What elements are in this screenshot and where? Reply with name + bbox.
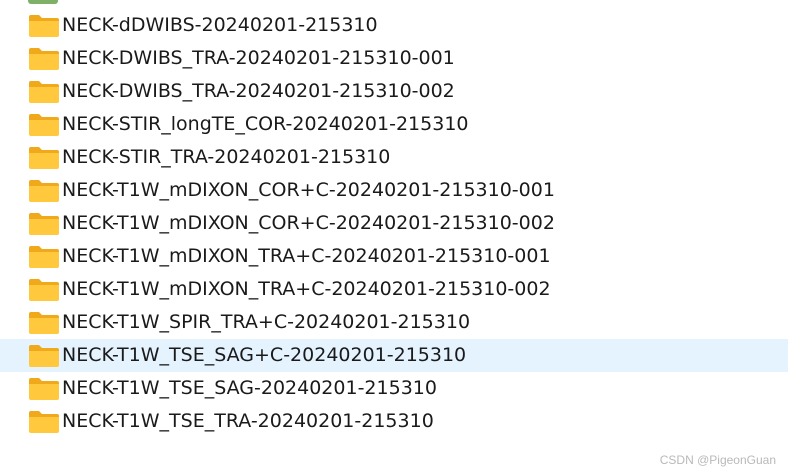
- folder-row[interactable]: NECK-T1W_mDIXON_TRA+C-20240201-215310-00…: [0, 273, 788, 306]
- folder-name: NECK-T1W_mDIXON_COR+C-20240201-215310-00…: [62, 179, 555, 201]
- file-icon: [28, 0, 58, 4]
- folder-icon: [28, 410, 60, 434]
- folder-name: NECK-DWIBS_TRA-20240201-215310-001: [62, 47, 455, 69]
- folder-icon: [28, 212, 60, 236]
- folder-name: NECK-T1W_TSE_TRA-20240201-215310: [62, 410, 434, 432]
- folder-name: NECK-STIR_longTE_COR-20240201-215310: [62, 113, 469, 135]
- folder-icon: [28, 377, 60, 401]
- folder-icon: [28, 80, 60, 104]
- folder-icon: [28, 179, 60, 203]
- folder-row-selected[interactable]: NECK-T1W_TSE_SAG+C-20240201-215310: [0, 339, 788, 372]
- partial-row-top[interactable]: [28, 0, 60, 4]
- folder-row[interactable]: NECK-T1W_mDIXON_TRA+C-20240201-215310-00…: [0, 240, 788, 273]
- folder-row[interactable]: NECK-DWIBS_TRA-20240201-215310-001: [0, 42, 788, 75]
- folder-row[interactable]: NECK-T1W_SPIR_TRA+C-20240201-215310: [0, 306, 788, 339]
- folder-row[interactable]: NECK-T1W_TSE_TRA-20240201-215310: [0, 405, 788, 438]
- folder-icon: [28, 245, 60, 269]
- folder-row[interactable]: NECK-T1W_mDIXON_COR+C-20240201-215310-00…: [0, 174, 788, 207]
- folder-row[interactable]: NECK-T1W_mDIXON_COR+C-20240201-215310-00…: [0, 207, 788, 240]
- folder-icon: [28, 113, 60, 137]
- folder-icon: [28, 311, 60, 335]
- folder-name: NECK-DWIBS_TRA-20240201-215310-002: [62, 80, 455, 102]
- folder-row[interactable]: NECK-T1W_TSE_SAG-20240201-215310: [0, 372, 788, 405]
- folder-name: NECK-T1W_SPIR_TRA+C-20240201-215310: [62, 311, 471, 333]
- folder-row[interactable]: NECK-DWIBS_TRA-20240201-215310-002: [0, 75, 788, 108]
- folder-name: NECK-T1W_TSE_SAG+C-20240201-215310: [62, 344, 467, 366]
- folder-icon: [28, 47, 60, 71]
- folder-row[interactable]: NECK-STIR_TRA-20240201-215310: [0, 141, 788, 174]
- folder-icon: [28, 344, 60, 368]
- folder-name: NECK-dDWIBS-20240201-215310: [62, 14, 378, 36]
- folder-icon: [28, 14, 60, 38]
- folder-row[interactable]: NECK-STIR_longTE_COR-20240201-215310: [0, 108, 788, 141]
- watermark: CSDN @PigeonGuan: [659, 453, 776, 467]
- folder-name: NECK-T1W_mDIXON_COR+C-20240201-215310-00…: [62, 212, 555, 234]
- folder-name: NECK-T1W_TSE_SAG-20240201-215310: [62, 377, 437, 399]
- folder-name: NECK-T1W_mDIXON_TRA+C-20240201-215310-00…: [62, 245, 551, 267]
- folder-name: NECK-STIR_TRA-20240201-215310: [62, 146, 391, 168]
- folder-icon: [28, 278, 60, 302]
- folder-row[interactable]: NECK-dDWIBS-20240201-215310: [0, 9, 788, 42]
- folder-name: NECK-T1W_mDIXON_TRA+C-20240201-215310-00…: [62, 278, 551, 300]
- folder-icon: [28, 146, 60, 170]
